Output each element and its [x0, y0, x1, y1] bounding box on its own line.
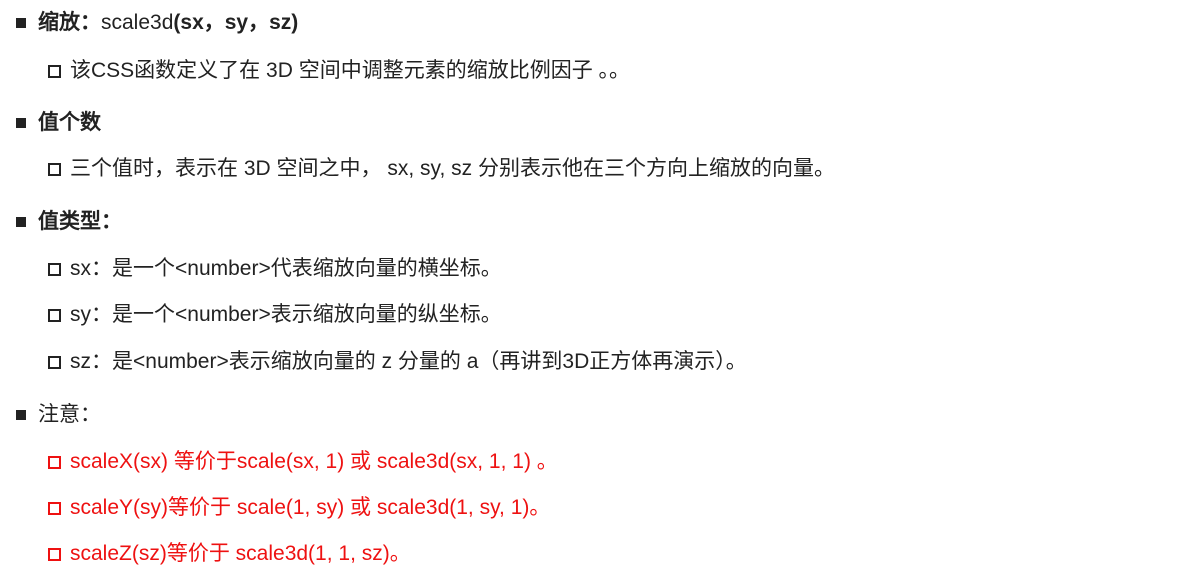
hollow-square-bullet-icon [48, 455, 61, 469]
hollow-square-bullet-icon [48, 355, 61, 369]
filled-square-bullet-icon [16, 18, 26, 28]
heading-value-count: 值个数 [16, 108, 101, 138]
heading-note-label: 注意： [38, 403, 101, 426]
heading-scale-colon: ： [80, 11, 101, 34]
note-item-text: scaleY(sy)等价于 scale(1, sy) 或 scale3d(1, … [70, 496, 551, 519]
list-item: 该CSS函数定义了在 3D 空间中调整元素的缩放比例因子 。。 [48, 56, 630, 86]
filled-square-bullet-icon [16, 217, 26, 227]
hollow-square-bullet-icon [48, 262, 61, 276]
note-item: scaleY(sy)等价于 scale(1, sy) 或 scale3d(1, … [48, 493, 550, 523]
heading-note: 注意： [16, 400, 101, 430]
note-item: scaleZ(sz)等价于 scale3d(1, 1, sz)。 [48, 539, 411, 569]
heading-scale-label: 缩放 [38, 11, 80, 34]
note-item: scaleX(sx) 等价于scale(sx, 1) 或 scale3d(sx,… [48, 447, 558, 477]
list-item: 三个值时，表示在 3D 空间之中， sx, sy, sz 分别表示他在三个方向上… [48, 154, 835, 184]
filled-square-bullet-icon [16, 118, 26, 128]
hollow-square-bullet-icon [48, 162, 61, 176]
hollow-square-bullet-icon [48, 64, 61, 78]
list-item: sz：是<number>表示缩放向量的 z 分量的 a（再讲到3D正方体再演示）… [48, 347, 747, 377]
hollow-square-bullet-icon [48, 501, 61, 515]
hollow-square-bullet-icon [48, 308, 61, 322]
heading-value-count-label: 值个数 [38, 111, 101, 134]
list-item-text: 该CSS函数定义了在 3D 空间中调整元素的缩放比例因子 。。 [70, 59, 631, 82]
heading-value-type: 值类型 ： [16, 207, 122, 237]
heading-scale-args: (sx，sy，sz) [173, 11, 299, 34]
list-item: sy：是一个<number>表示缩放向量的纵坐标。 [48, 300, 502, 330]
heading-scale: 缩放 ： scale3d (sx，sy，sz) [16, 8, 298, 38]
note-item-text: scaleZ(sz)等价于 scale3d(1, 1, sz)。 [70, 542, 411, 565]
list-item-text: sz：是<number>表示缩放向量的 z 分量的 a（再讲到3D正方体再演示）… [70, 350, 747, 373]
heading-value-type-label: 值类型 [38, 210, 101, 233]
heading-value-type-colon: ： [101, 210, 122, 233]
list-item-text: sy：是一个<number>表示缩放向量的纵坐标。 [70, 303, 502, 326]
list-item-text: 三个值时，表示在 3D 空间之中， sx, sy, sz 分别表示他在三个方向上… [70, 157, 835, 180]
list-item: sx：是一个<number>代表缩放向量的横坐标。 [48, 254, 502, 284]
list-item-text: sx：是一个<number>代表缩放向量的横坐标。 [70, 257, 502, 280]
heading-scale-func: scale3d [101, 11, 174, 34]
filled-square-bullet-icon [16, 410, 26, 420]
hollow-square-bullet-icon [48, 547, 61, 561]
note-item-text: scaleX(sx) 等价于scale(sx, 1) 或 scale3d(sx,… [70, 450, 558, 473]
